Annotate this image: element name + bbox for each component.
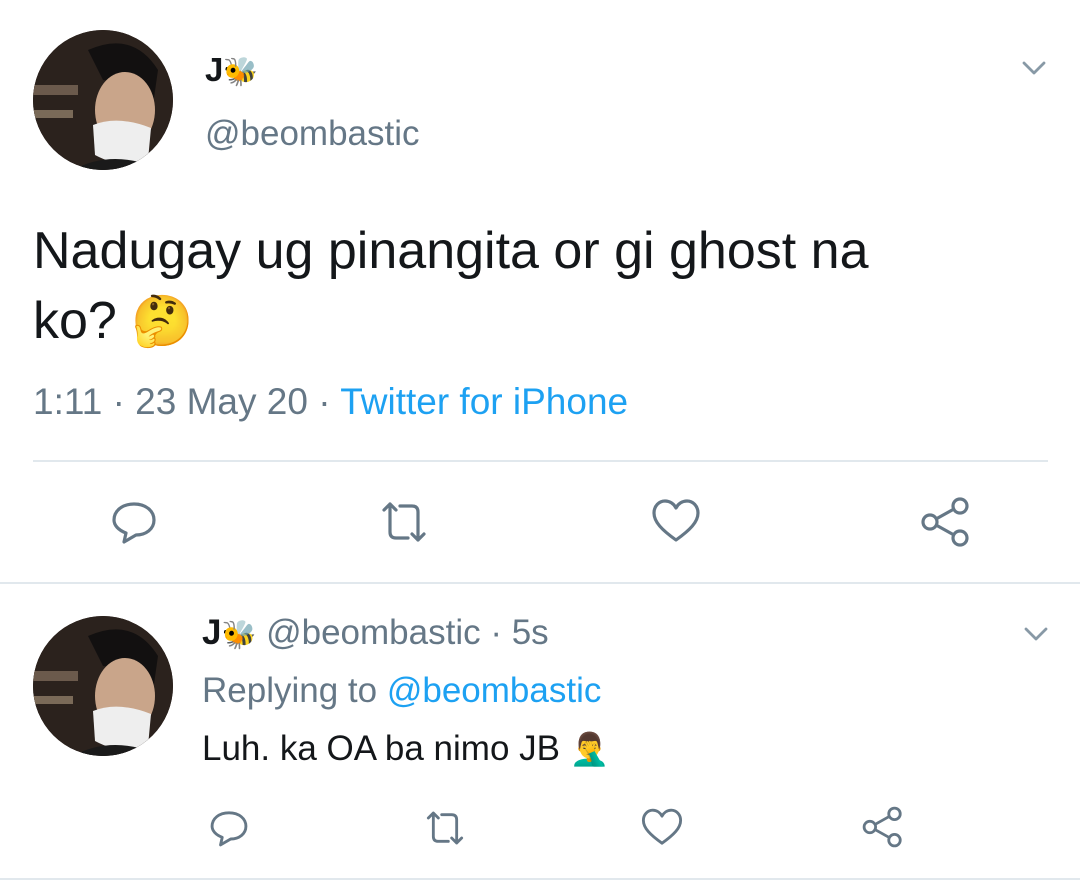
- tweet-text-line2-text: ko?: [33, 292, 117, 350]
- author-name-text: J: [205, 51, 224, 88]
- like-icon: [641, 808, 683, 845]
- reply-text-content: Luh. ka OA ba nimo JB: [202, 729, 560, 768]
- like-button[interactable]: [650, 496, 702, 548]
- like-icon: [652, 499, 700, 542]
- reply-icon: [210, 811, 248, 847]
- replying-to: Replying to @beombastic: [202, 670, 601, 712]
- avatar-main[interactable]: [33, 30, 173, 170]
- thinking-emoji: 🤔: [131, 293, 194, 349]
- divider: [33, 460, 1048, 462]
- chevron-down-icon: [1024, 627, 1048, 641]
- retweet-button[interactable]: [420, 806, 470, 850]
- share-icon: [862, 806, 902, 848]
- reply-header: J🐝 @beombastic · 5s: [202, 612, 549, 656]
- avatar-photo-icon: [33, 30, 173, 170]
- like-button[interactable]: [640, 806, 684, 850]
- meta-separator: ·: [318, 381, 331, 422]
- retweet-icon: [426, 811, 464, 845]
- share-button[interactable]: [860, 804, 906, 850]
- tweet-options-chevron[interactable]: [1020, 54, 1048, 87]
- tweet-text-line2: ko? 🤔: [33, 286, 1053, 356]
- tweet-source-link[interactable]: Twitter for iPhone: [340, 381, 628, 422]
- tweet-time: 1:11: [33, 381, 103, 422]
- author-name[interactable]: J🐝: [205, 52, 258, 90]
- chevron-down-icon: [1022, 61, 1046, 75]
- bottom-divider: [0, 878, 1080, 880]
- replying-to-handle[interactable]: @beombastic: [387, 671, 602, 710]
- reply-author-handle[interactable]: @beombastic: [266, 613, 481, 652]
- meta-separator: ·: [490, 613, 502, 652]
- avatar-photo-icon: [33, 616, 173, 756]
- facepalm-emoji: 🤦‍♂️: [569, 731, 610, 767]
- reply-age: 5s: [511, 613, 549, 652]
- meta-separator: ·: [112, 381, 125, 422]
- reply-icon: [112, 502, 156, 544]
- bee-emoji: 🐝: [223, 56, 259, 87]
- section-divider: [0, 582, 1080, 584]
- reply-author-name[interactable]: J: [202, 613, 221, 652]
- avatar-reply[interactable]: [33, 616, 173, 756]
- reply-button[interactable]: [108, 496, 160, 548]
- reply-text: Luh. ka OA ba nimo JB 🤦‍♂️: [202, 728, 610, 770]
- retweet-icon: [382, 502, 426, 542]
- tweet-date: 23 May 20: [135, 381, 308, 422]
- author-handle[interactable]: @beombastic: [205, 114, 420, 154]
- bee-emoji: 🐝: [221, 619, 257, 650]
- tweet-meta: 1:11 · 23 May 20 · Twitter for iPhone: [33, 380, 628, 424]
- share-icon: [921, 497, 969, 547]
- retweet-button[interactable]: [374, 496, 434, 548]
- replying-to-label: Replying to: [202, 671, 378, 710]
- share-button[interactable]: [918, 494, 974, 550]
- tweet-text-line1: Nadugay ug pinangita or gi ghost na: [33, 222, 869, 280]
- tweet-options-chevron[interactable]: [1022, 620, 1050, 653]
- tweet-text: Nadugay ug pinangita or gi ghost na ko? …: [33, 216, 1053, 356]
- reply-button[interactable]: [207, 806, 251, 850]
